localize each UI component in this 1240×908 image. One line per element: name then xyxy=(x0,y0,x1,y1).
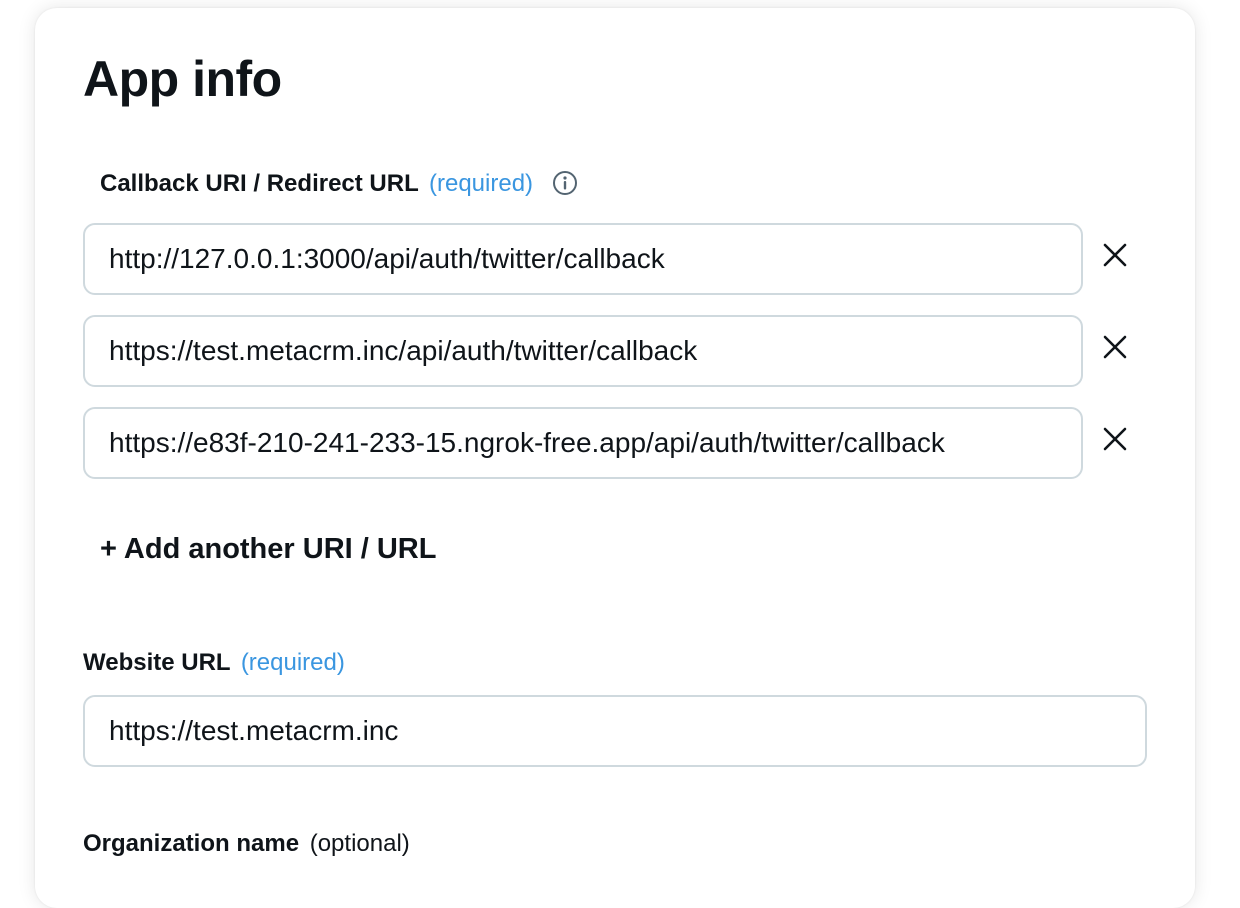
website-url-label-text: Website URL xyxy=(83,649,231,676)
callback-url-input-3[interactable]: https://e83f-210-241-233-15.ngrok-free.a… xyxy=(83,407,1083,479)
callback-url-input-2[interactable]: https://test.metacrm.inc/api/auth/twitte… xyxy=(83,315,1083,387)
organization-name-label-text: Organization name xyxy=(83,830,300,857)
organization-optional-tag: (optional) xyxy=(309,830,410,857)
callback-required-tag: (required) xyxy=(429,170,534,197)
remove-callback-url-1-button[interactable] xyxy=(1095,235,1135,275)
close-icon xyxy=(1103,243,1127,267)
page-title: App info xyxy=(83,51,282,107)
remove-callback-url-2-button[interactable] xyxy=(1095,327,1135,367)
close-icon xyxy=(1103,335,1127,359)
website-required-tag: (required) xyxy=(240,649,345,676)
callback-uri-label-text: Callback URI / Redirect URL xyxy=(100,170,419,197)
close-icon xyxy=(1103,427,1127,451)
callback-url-input-1[interactable]: http://127.0.0.1:3000/api/auth/twitter/c… xyxy=(83,223,1083,295)
callback-uri-label: Callback URI / Redirect URL (required) xyxy=(100,168,578,200)
organization-name-label: Organization name (optional) xyxy=(83,828,410,860)
add-another-uri-button[interactable]: + Add another URI / URL xyxy=(100,530,436,568)
remove-callback-url-3-button[interactable] xyxy=(1095,419,1135,459)
website-url-label: Website URL (required) xyxy=(83,647,345,679)
app-info-card: App info Callback URI / Redirect URL (re… xyxy=(35,8,1195,908)
info-circle-icon[interactable] xyxy=(552,170,578,196)
website-url-input[interactable]: https://test.metacrm.inc xyxy=(83,695,1147,767)
